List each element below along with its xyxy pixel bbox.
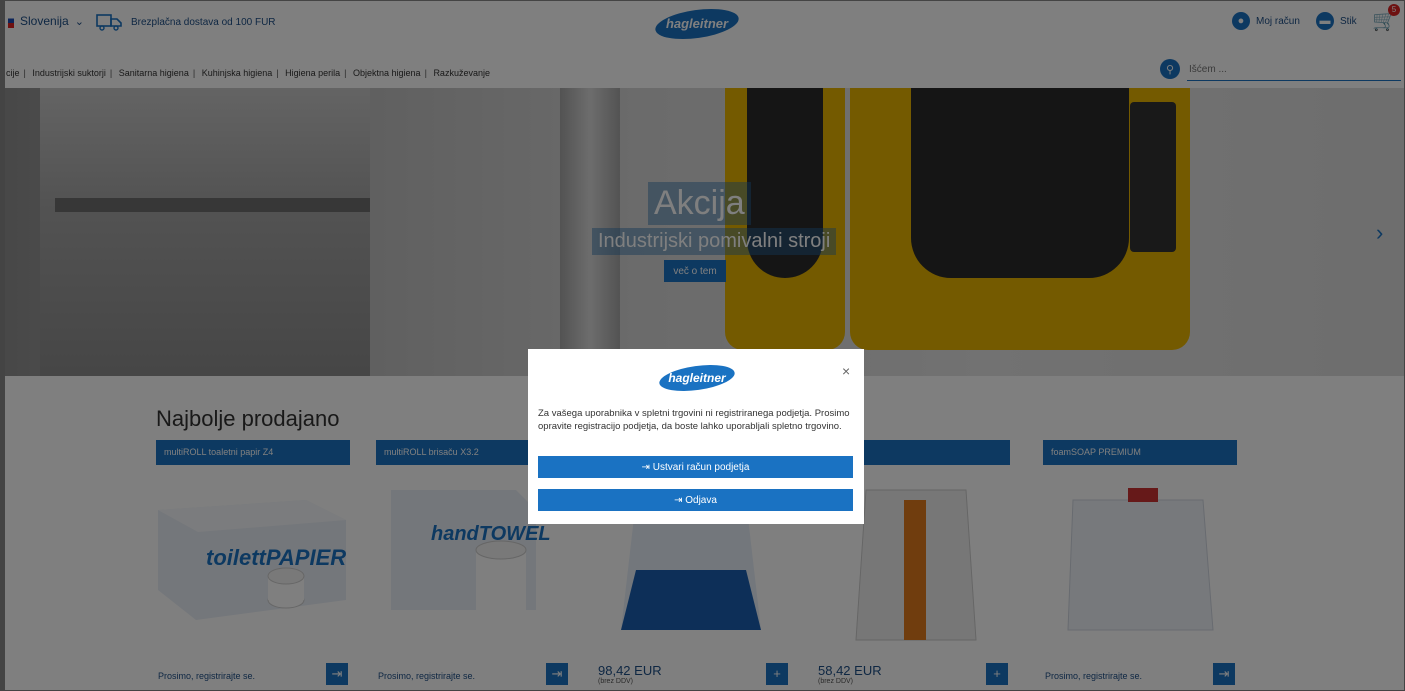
page: Slovenija ⌄ Brezplačna dostava od 100 FU… [0, 0, 1405, 691]
login-icon: ⇥ [641, 462, 650, 473]
modal-backdrop[interactable] [0, 0, 1405, 691]
create-company-account-button[interactable]: ⇥ Ustvari račun podjetja [538, 456, 853, 478]
modal-message: Za vašega uporabnika v spletni trgovini … [538, 408, 850, 432]
hagleitner-logo: hagleitner [659, 364, 735, 392]
logo-text: hagleitner [668, 371, 727, 385]
company-registration-modal: hagleitner × Za vašega uporabnika v sple… [528, 349, 864, 524]
logout-label: Odjava [685, 495, 717, 506]
close-icon[interactable]: × [842, 363, 850, 379]
logout-button[interactable]: ⇥ Odjava [538, 489, 853, 511]
login-icon: ⇥ [674, 495, 683, 506]
create-company-account-label: Ustvari račun podjetja [652, 462, 750, 473]
